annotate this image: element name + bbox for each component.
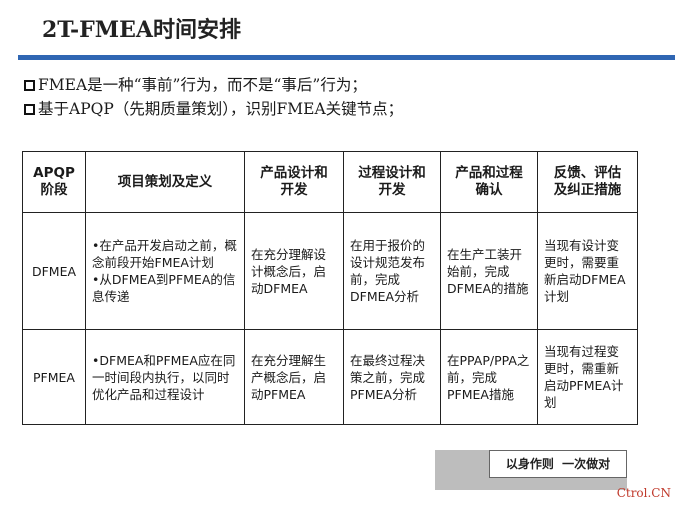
table-cell-stage: DFMEA [22,212,86,330]
square-bullet-icon [24,80,35,91]
title-underline [18,55,675,60]
table-cell-stage: PFMEA [22,329,86,425]
table-row-dfmea: DFMEA •在产品开发启动之前，概念前段开始FMEA计划 •从DFMEA到PF… [22,212,638,330]
table-cell-feedback: 当现有设计变更时，需要重新启动DFMEA计划 [537,212,638,330]
planning-point: •在产品开发启动之前，概念前段开始FMEA计划 [92,238,237,270]
slide-title: 2T-FMEA时间安排 [42,17,241,43]
watermark-text: Ctrol.CN [616,486,671,500]
table-cell-process-design: 在最终过程决策之前，完成PFMEA分析 [343,329,441,425]
bullet-text: 基于APQP（先期质量策划），识别FMEA关键节点； [38,100,404,118]
table-cell-planning: •DFMEA和PFMEA应在同一时间段内执行，以同时优化产品和过程设计 [85,329,245,425]
table-cell-product-design: 在充分理解生产概念后，启动PFMEA [244,329,344,425]
table-cell-validation: 在PPAP/PPA之前，完成PFMEA措施 [440,329,538,425]
table-cell-process-design: 在用于报价的设计规范发布前，完成DFMEA分析 [343,212,441,330]
header-process-design: 过程设计和 开发 [343,151,441,213]
planning-point: •DFMEA和PFMEA应在同一时间段内执行，以同时优化产品和过程设计 [92,352,236,402]
header-line: 开发 [378,182,406,198]
bullet-item: FMEA是一种“事前”行为，而不是“事后”行为； [24,73,403,97]
planning-point: •从DFMEA到PFMEA的信息传递 [92,272,236,304]
header-line: 反馈、评估 [553,165,622,181]
header-product-design: 产品设计和 开发 [244,151,344,213]
header-line: 项目策划及定义 [117,173,213,190]
header-line: APQP [33,165,75,181]
table-row-pfmea: PFMEA •DFMEA和PFMEA应在同一时间段内执行，以同时优化产品和过程设… [22,329,638,425]
table-cell-product-design: 在充分理解设计概念后，启动DFMEA [244,212,344,330]
stamp-text: 以身作则 一次做对 [489,450,627,478]
table-header-row: APQP 阶段 项目策划及定义 产品设计和 开发 过程设计和 开发 产品和过程 … [22,151,638,213]
header-apqp-stage: APQP 阶段 [22,151,86,213]
header-planning: 项目策划及定义 [85,151,245,213]
header-line: 过程设计和 [358,165,426,181]
fmea-schedule-table: APQP 阶段 项目策划及定义 产品设计和 开发 过程设计和 开发 产品和过程 … [22,151,638,425]
header-line: 开发 [280,182,308,198]
header-line: 阶段 [40,182,68,198]
header-line: 确认 [475,182,503,198]
bullet-list: FMEA是一种“事前”行为，而不是“事后”行为； 基于APQP（先期质量策划），… [24,73,403,121]
header-line: 及纠正措施 [553,182,622,198]
motto-stamp: 以身作则 一次做对 [435,444,635,492]
table-cell-feedback: 当现有过程变更时，需重新启动PFMEA计划 [537,329,638,425]
header-validation: 产品和过程 确认 [440,151,538,213]
table-cell-validation: 在生产工装开始前，完成DFMEA的措施 [440,212,538,330]
header-feedback: 反馈、评估 及纠正措施 [537,151,638,213]
bullet-text: FMEA是一种“事前”行为，而不是“事后”行为； [38,76,367,94]
bullet-item: 基于APQP（先期质量策划），识别FMEA关键节点； [24,97,403,121]
table-cell-planning: •在产品开发启动之前，概念前段开始FMEA计划 •从DFMEA到PFMEA的信息… [85,212,245,330]
square-bullet-icon [24,104,35,115]
header-line: 产品和过程 [455,165,523,181]
header-line: 产品设计和 [260,165,328,181]
